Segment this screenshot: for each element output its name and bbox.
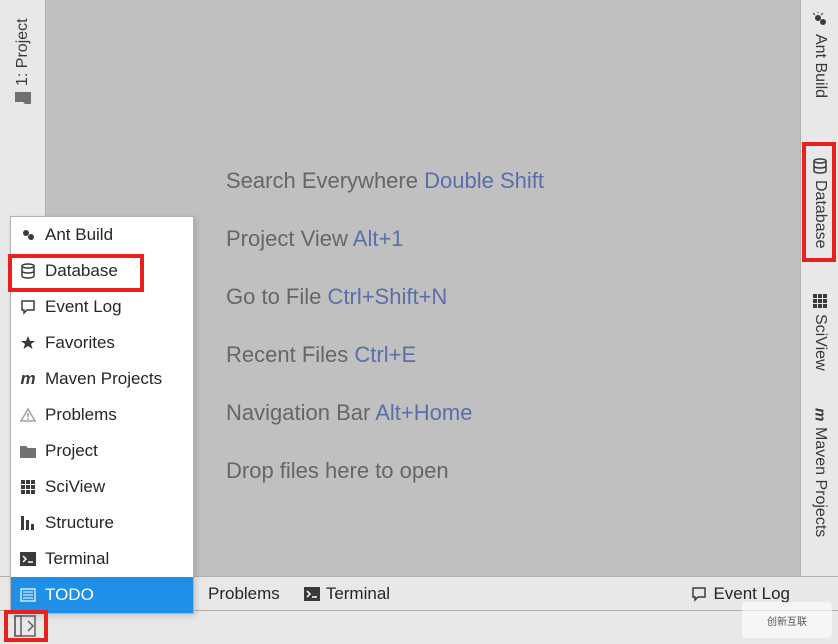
tip-navigation-bar: Navigation Bar Alt+Home [226, 400, 544, 426]
database-icon [812, 158, 828, 174]
speech-bubble-icon [19, 298, 37, 316]
grid-icon [19, 478, 37, 496]
tip-goto-file: Go to File Ctrl+Shift+N [226, 284, 544, 310]
tool-tab-sciview[interactable]: SciView [801, 286, 838, 379]
grid-icon [813, 294, 827, 308]
tip-drop-files: Drop files here to open [226, 458, 544, 484]
maven-icon: m [19, 370, 37, 388]
warning-icon [19, 406, 37, 424]
maven-icon: m [812, 408, 829, 421]
tool-windows-popup: Ant Build Database Event Log Favorites m… [10, 216, 194, 614]
menu-item-todo[interactable]: TODO [11, 577, 193, 613]
speech-bubble-icon [691, 586, 707, 602]
menu-item-event-log[interactable]: Event Log [11, 289, 193, 325]
tip-recent-files: Recent Files Ctrl+E [226, 342, 544, 368]
tool-tab-project[interactable]: 1: Project [0, 4, 46, 114]
tool-tab-maven[interactable]: m Maven Projects [801, 400, 838, 546]
tab-label: 1: Project [14, 18, 32, 86]
tab-label: Database [811, 180, 829, 249]
tab-label: Ant Build [811, 34, 829, 98]
bottom-tab-problems[interactable]: Problems [196, 577, 292, 610]
status-bar [0, 610, 838, 644]
watermark: 创新互联 [742, 602, 832, 638]
tool-windows-toggle-button[interactable] [14, 615, 40, 641]
menu-item-maven[interactable]: m Maven Projects [11, 361, 193, 397]
ant-icon [812, 12, 828, 28]
tab-label: SciView [811, 314, 829, 371]
folder-icon [19, 442, 37, 460]
menu-item-favorites[interactable]: Favorites [11, 325, 193, 361]
terminal-icon [304, 587, 320, 601]
tip-project-view: Project View Alt+1 [226, 226, 544, 252]
todo-icon [19, 586, 37, 604]
star-icon [19, 334, 37, 352]
menu-item-project[interactable]: Project [11, 433, 193, 469]
menu-item-ant-build[interactable]: Ant Build [11, 217, 193, 253]
menu-item-sciview[interactable]: SciView [11, 469, 193, 505]
tool-tab-database[interactable]: Database [801, 150, 838, 257]
tip-search-everywhere: Search Everywhere Double Shift [226, 168, 544, 194]
menu-item-structure[interactable]: Structure [11, 505, 193, 541]
folder-icon [15, 92, 31, 106]
bottom-tab-terminal[interactable]: Terminal [292, 577, 402, 610]
welcome-tips: Search Everywhere Double Shift Project V… [226, 168, 544, 516]
structure-icon [19, 514, 37, 532]
menu-item-terminal[interactable]: Terminal [11, 541, 193, 577]
database-icon [19, 262, 37, 280]
tool-tab-ant-build[interactable]: Ant Build [801, 4, 838, 106]
menu-item-database[interactable]: Database [11, 253, 193, 289]
terminal-icon [19, 550, 37, 568]
ant-icon [19, 226, 37, 244]
menu-item-problems[interactable]: Problems [11, 397, 193, 433]
bottom-tab-event-log[interactable]: Event Log [691, 584, 790, 604]
tab-label: Maven Projects [811, 427, 829, 537]
right-tool-sidebar: Ant Build Database SciView m Maven Proje… [800, 0, 838, 576]
